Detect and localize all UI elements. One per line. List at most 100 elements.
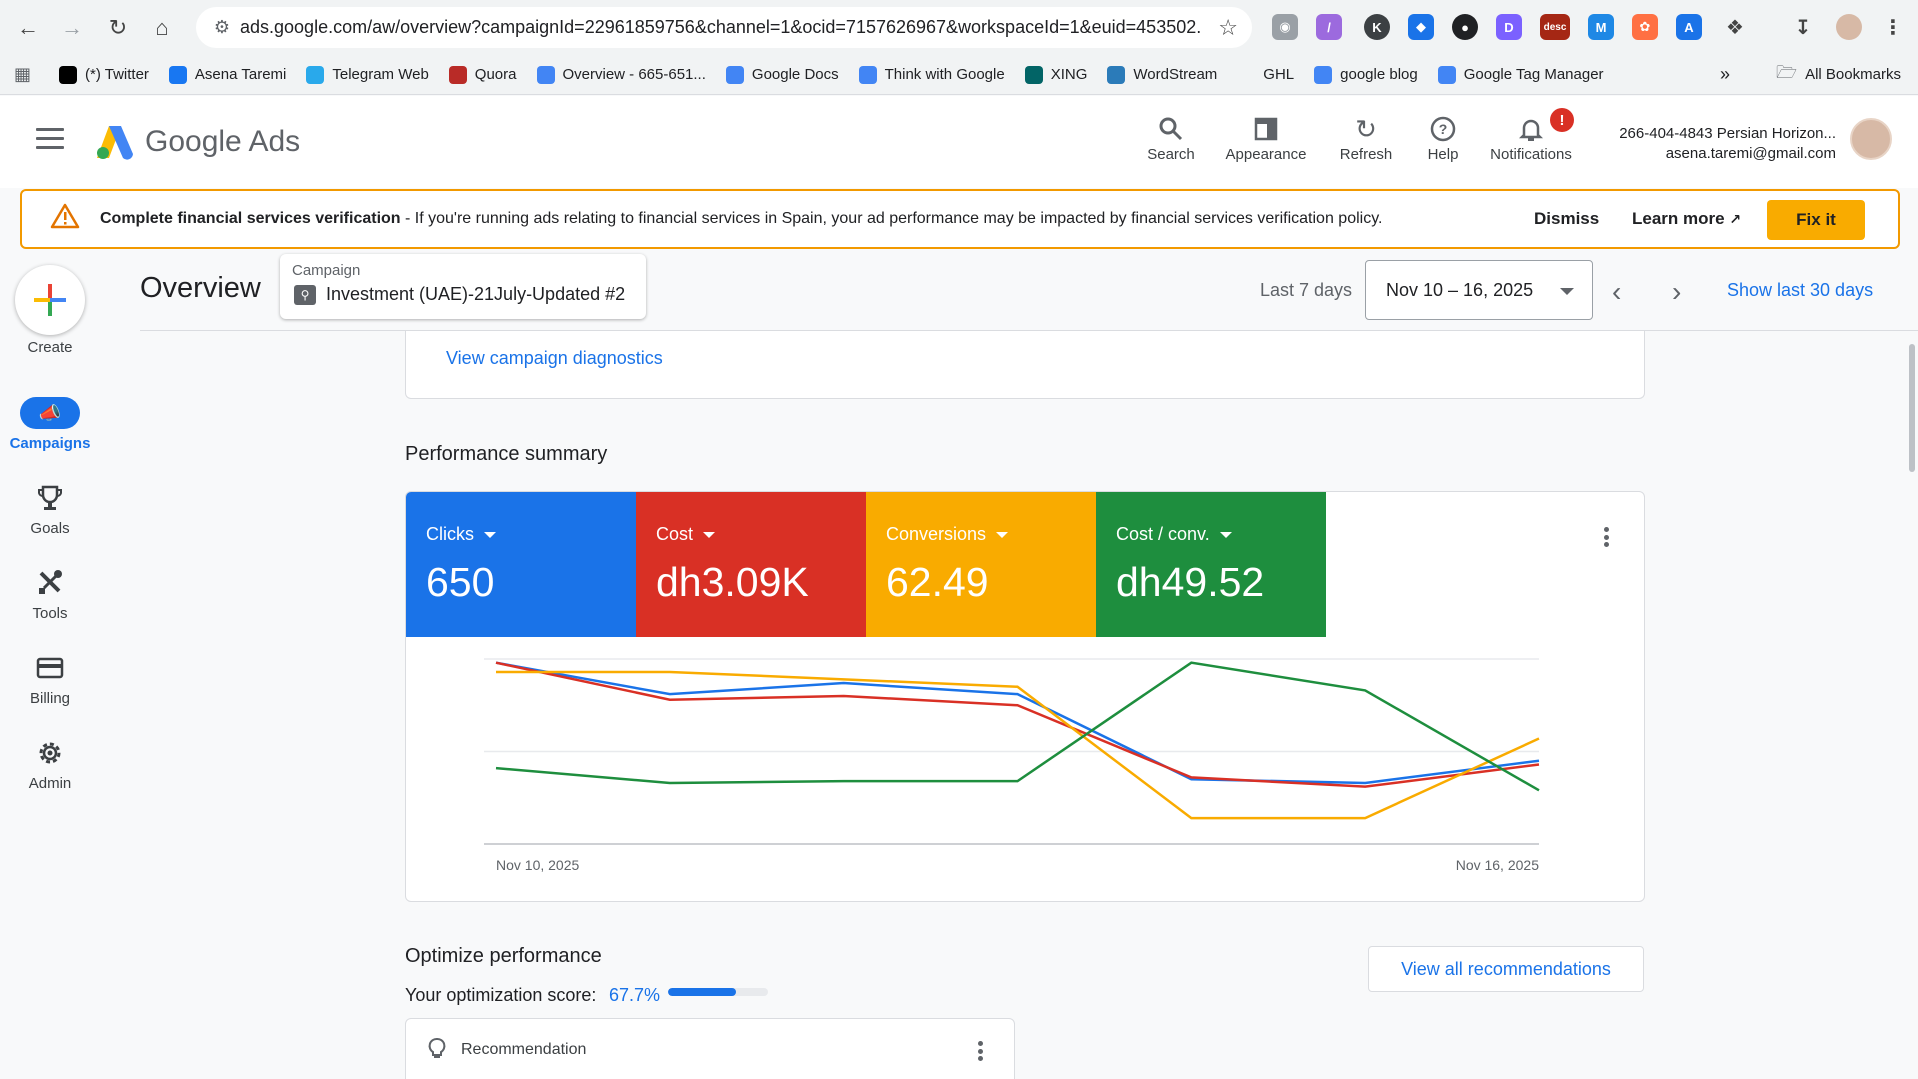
bookmark-item[interactable]: Overview - 665-651... <box>536 65 706 84</box>
date-period-label: Last 7 days <box>1260 280 1353 300</box>
series-line-clicks[interactable] <box>495 661 1540 785</box>
metric-clicks-label: Clicks <box>426 524 474 544</box>
view-all-recommendations-button[interactable]: View all recommendations <box>1368 946 1644 992</box>
more-bookmarks-icon[interactable]: » <box>1720 64 1730 85</box>
series-line-cost-conv-[interactable] <box>495 661 1540 792</box>
search-icon <box>1142 112 1200 146</box>
metric-cost[interactable]: Cost dh3.09K <box>636 492 866 637</box>
desc-extension-icon[interactable]: desc <box>1540 14 1570 40</box>
bookmark-label: Quora <box>474 66 517 83</box>
bookmark-star-icon[interactable]: ☆ <box>1218 15 1238 41</box>
next-period-chevron-icon[interactable]: › <box>1672 276 1681 308</box>
a-extension-icon[interactable]: A <box>1676 14 1702 40</box>
metric-clicks-header[interactable]: Clicks <box>426 524 496 545</box>
apps-grid-icon[interactable]: ▦ <box>14 64 31 85</box>
page-scrollbar[interactable] <box>1909 344 1915 472</box>
tools-icon[interactable] <box>30 566 70 598</box>
header-notifications[interactable]: ! Notifications <box>1484 108 1578 163</box>
url-text[interactable]: ads.google.com/aw/overview?campaignId=22… <box>240 17 1200 38</box>
bookmark-label: Google Docs <box>751 66 839 83</box>
nav-goals-label[interactable]: Goals <box>0 520 100 537</box>
optimization-score-value[interactable]: 67.7% <box>609 985 660 1006</box>
header-refresh[interactable]: ↻ Refresh <box>1334 112 1398 164</box>
header-search[interactable]: Search <box>1142 112 1200 163</box>
d-extension-icon[interactable]: D <box>1496 14 1522 40</box>
site-info-icon[interactable]: ⚙ <box>204 17 240 38</box>
bookmark-item[interactable]: (*) Twitter <box>59 65 149 84</box>
nav-billing-label[interactable]: Billing <box>0 690 100 707</box>
chevron-down-icon <box>703 531 716 538</box>
camera-extension-icon[interactable]: ◉ <box>1272 14 1298 40</box>
profile-avatar-icon[interactable] <box>1836 14 1862 40</box>
previous-period-chevron-icon[interactable]: ‹ <box>1612 276 1621 308</box>
trophy-icon[interactable] <box>30 482 70 514</box>
forward-arrow-icon[interactable]: → <box>50 8 94 48</box>
learn-more-label: Learn more <box>1632 209 1725 228</box>
metric-conversions-header[interactable]: Conversions <box>886 524 1009 545</box>
main-menu-icon[interactable] <box>36 128 64 150</box>
google-ads-logo[interactable]: Google Ads <box>95 124 300 160</box>
all-bookmarks[interactable]: 🗁 All Bookmarks <box>1776 60 1901 89</box>
all-bookmarks-label: All Bookmarks <box>1805 66 1901 83</box>
nav-campaigns-button[interactable]: 📣 <box>20 397 80 429</box>
nav-tools-label[interactable]: Tools <box>0 605 100 622</box>
hubspot-extension-icon[interactable]: ✿ <box>1632 14 1658 40</box>
nav-admin-label[interactable]: Admin <box>0 775 100 792</box>
extensions-puzzle-icon[interactable]: ❖ <box>1722 14 1748 40</box>
tag-extension-icon[interactable]: ◆ <box>1408 14 1434 40</box>
bookmark-label: google blog <box>1340 66 1418 83</box>
pen-extension-icon[interactable]: / <box>1316 14 1342 40</box>
optimize-title: Optimize performance <box>405 945 602 967</box>
billing-icon[interactable] <box>30 652 70 684</box>
bookmark-item[interactable]: GHL <box>1237 65 1294 84</box>
show-last-30-days-link[interactable]: Show last 30 days <box>1727 280 1873 301</box>
nav-campaigns-label[interactable]: Campaigns <box>0 435 100 452</box>
chart-options-kebab-icon[interactable] <box>1602 527 1610 547</box>
metric-clicks[interactable]: Clicks 650 <box>406 492 636 637</box>
url-bar[interactable]: ⚙ ads.google.com/aw/overview?campaignId=… <box>196 7 1252 48</box>
home-icon[interactable]: ⌂ <box>140 8 184 48</box>
xing-icon <box>1024 65 1043 84</box>
menu-dots-icon[interactable]: ⋮ <box>1880 14 1906 40</box>
download-icon[interactable]: ↧ <box>1790 14 1816 40</box>
bookmark-item[interactable]: Google Tag Manager <box>1437 65 1604 84</box>
bookmark-item[interactable]: Telegram Web <box>306 65 429 84</box>
dismiss-button[interactable]: Dismiss <box>1534 209 1599 229</box>
bookmark-item[interactable]: WordStream <box>1107 65 1217 84</box>
bookmark-item[interactable]: google blog <box>1314 65 1418 84</box>
date-range-picker[interactable]: Nov 10 – 16, 2025 <box>1365 260 1593 320</box>
series-line-cost[interactable] <box>495 661 1540 788</box>
bookmark-item[interactable]: Think with Google <box>858 65 1005 84</box>
m-extension-icon[interactable]: M <box>1588 14 1614 40</box>
bookmark-item[interactable]: Google Docs <box>725 65 839 84</box>
reload-icon[interactable]: ↻ <box>96 8 140 48</box>
metric-cost-per-conv-header[interactable]: Cost / conv. <box>1116 524 1232 545</box>
gear-icon[interactable] <box>30 737 70 769</box>
k-extension-icon[interactable]: K <box>1364 14 1390 40</box>
metric-conversions[interactable]: Conversions 62.49 <box>866 492 1096 637</box>
metric-cost-per-conv[interactable]: Cost / conv. dh49.52 <box>1096 492 1326 637</box>
bookmark-item[interactable]: XING <box>1024 65 1087 84</box>
bookmark-item[interactable]: Asena Taremi <box>168 65 286 84</box>
account-switcher[interactable]: 266-404-4843 Persian Horizon... asena.ta… <box>1619 124 1836 164</box>
moon-extension-icon[interactable]: ● <box>1452 14 1478 40</box>
create-button[interactable] <box>15 265 85 335</box>
chevron-down-icon <box>1560 288 1574 295</box>
header-appearance[interactable]: Appearance <box>1222 112 1310 163</box>
campaign-selector[interactable]: Campaign ⚲ Investment (UAE)-21July-Updat… <box>280 254 646 319</box>
telegram-icon <box>306 65 325 84</box>
fix-it-button[interactable]: Fix it <box>1767 200 1865 240</box>
learn-more-link[interactable]: Learn more ↗ <box>1632 209 1741 229</box>
avatar[interactable] <box>1850 118 1892 160</box>
view-diagnostics-link[interactable]: View campaign diagnostics <box>446 348 663 369</box>
svg-text:?: ? <box>1439 121 1448 137</box>
bookmark-item[interactable]: Quora <box>448 65 517 84</box>
optimization-score-bar <box>668 988 768 996</box>
google-ads-logo-icon <box>97 126 133 160</box>
ghl-icon <box>1237 65 1256 84</box>
quora-icon <box>448 65 467 84</box>
header-help[interactable]: ? Help <box>1420 112 1466 163</box>
back-arrow-icon[interactable]: ← <box>6 8 50 48</box>
metric-cost-header[interactable]: Cost <box>656 524 716 545</box>
recommendation-options-kebab-icon[interactable] <box>976 1041 984 1061</box>
